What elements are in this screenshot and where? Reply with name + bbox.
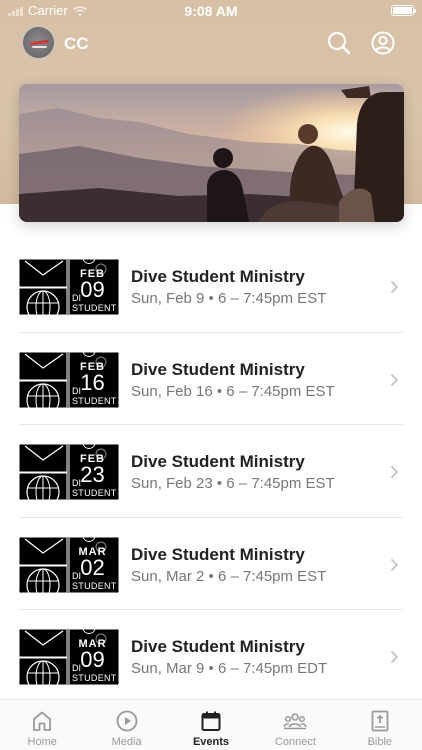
- tab-label: Events: [192, 736, 230, 748]
- thumb-student-text: STUDENT: [72, 395, 117, 406]
- event-thumbnail: FEB 09 DI STUDENT: [19, 259, 119, 315]
- thumb-logo-text: DI: [72, 570, 81, 581]
- chevron-right-icon: [391, 466, 399, 479]
- profile-button[interactable]: [370, 30, 396, 56]
- event-title: Dive Student Ministry: [131, 637, 305, 657]
- thumb-logo-text: DI: [72, 385, 81, 396]
- tab-label: Connect: [274, 736, 316, 748]
- tab-bar: Home Media Events Connect Bible: [0, 699, 422, 750]
- status-bar: Carrier 9:08 AM: [0, 0, 422, 22]
- thumb-student-text: STUDENT: [72, 580, 117, 591]
- app-title: CC: [64, 34, 89, 53]
- thumb-logo-text: DI: [72, 478, 81, 489]
- search-icon: [327, 31, 351, 55]
- tab-label: Media: [111, 736, 142, 748]
- event-datetime: Sun, Feb 9 • 6 – 7:45pm EST: [131, 290, 327, 307]
- event-datetime: Sun, Feb 23 • 6 – 7:45pm EST: [131, 475, 335, 493]
- tab-label: Home: [27, 736, 57, 748]
- event-row[interactable]: MAR 09 DI STUDENT Dive Student Ministry …: [0, 610, 422, 703]
- event-thumbnail: FEB 23 DI STUDENT: [19, 444, 119, 501]
- battery-icon: [391, 5, 416, 16]
- tab-events[interactable]: Events: [169, 700, 253, 750]
- event-title: Dive Student Ministry: [131, 544, 305, 564]
- event-datetime: Sun, Mar 2 • 6 – 7:45pm EST: [131, 567, 327, 585]
- tab-home[interactable]: Home: [0, 700, 84, 750]
- thumb-student-text: STUDENT: [72, 303, 117, 313]
- play-icon: [116, 710, 138, 732]
- calendar-icon: [201, 711, 221, 731]
- tab-media[interactable]: Media: [84, 700, 168, 750]
- people-icon: [283, 713, 308, 730]
- event-row[interactable]: FEB 09 DI STUDENT Dive Student Ministry …: [0, 240, 422, 333]
- sunset-photo: [19, 84, 404, 222]
- event-datetime: Sun, Feb 16 • 6 – 7:45pm EST: [131, 382, 335, 400]
- event-title: Dive Student Ministry: [131, 359, 305, 379]
- thumb-student-text: STUDENT: [72, 673, 117, 684]
- bible-icon: [371, 710, 389, 732]
- event-row[interactable]: MAR 02 DI STUDENT Dive Student Ministry …: [0, 518, 422, 611]
- tab-connect[interactable]: Connect: [253, 700, 337, 750]
- tab-bible[interactable]: Bible: [338, 700, 422, 750]
- tab-label: Bible: [367, 736, 393, 748]
- event-title: Dive Student Ministry: [131, 267, 305, 286]
- event-row[interactable]: FEB 16 DI STUDENT Dive Student Ministry …: [0, 333, 422, 426]
- app-bar: CC: [0, 24, 422, 64]
- screen: Carrier 9:08 AM CC FEB 09 DI STUDENT Div…: [0, 0, 422, 750]
- thumb-student-text: STUDENT: [72, 488, 117, 499]
- event-thumbnail: MAR 09 DI STUDENT: [19, 629, 119, 686]
- chevron-right-icon: [391, 373, 399, 386]
- hero-image[interactable]: [19, 84, 404, 222]
- church-logo-avatar[interactable]: [22, 26, 55, 59]
- event-thumbnail: FEB 16 DI STUDENT: [19, 351, 119, 408]
- thumb-logo-text: DI: [72, 293, 81, 303]
- status-time: 9:08 AM: [184, 3, 238, 19]
- chevron-right-icon: [391, 651, 399, 664]
- search-button[interactable]: [326, 30, 352, 56]
- home-icon: [33, 711, 52, 731]
- chevron-right-icon: [391, 558, 399, 571]
- thumb-logo-text: DI: [72, 663, 81, 674]
- event-row[interactable]: FEB 23 DI STUDENT Dive Student Ministry …: [0, 425, 422, 518]
- profile-icon: [371, 31, 395, 55]
- event-list: FEB 09 DI STUDENT Dive Student Ministry …: [0, 240, 422, 703]
- event-title: Dive Student Ministry: [131, 452, 305, 472]
- event-datetime: Sun, Mar 9 • 6 – 7:45pm EDT: [131, 660, 328, 678]
- event-thumbnail: MAR 02 DI STUDENT: [19, 536, 119, 593]
- chevron-right-icon: [391, 281, 399, 293]
